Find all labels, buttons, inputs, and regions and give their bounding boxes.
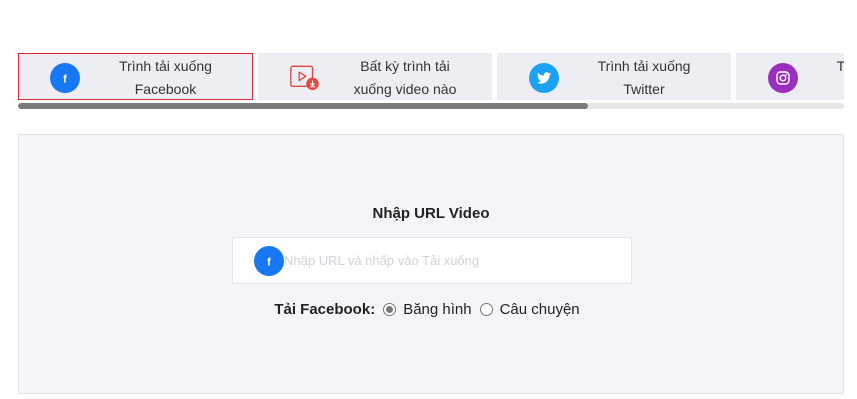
twitter-icon <box>529 63 559 93</box>
tab-any-video-downloader[interactable]: Bất kỳ trình tải xuống video nào <box>258 53 492 100</box>
radio-video[interactable]: Băng hình <box>383 301 472 318</box>
tab-instagram-downloader[interactable]: Trình tải xuống Instagram <box>736 53 844 100</box>
tab-label: Trình tải xuống Instagram <box>836 57 844 74</box>
scrollbar-thumb[interactable] <box>18 103 588 109</box>
radio-label: Câu chuyện <box>499 301 580 318</box>
instagram-icon <box>768 63 798 93</box>
video-download-icon <box>290 63 320 93</box>
radio-button[interactable] <box>383 303 397 316</box>
downloader-tabs: f Trình tải xuống Facebook Bất kỳ trình … <box>18 53 844 110</box>
download-panel: Nhập URL Video f Tải Facebook: Băng hình… <box>18 134 844 394</box>
tab-label: Bất kỳ trình tải xuống video nào <box>353 57 457 97</box>
radio-label: Băng hình <box>403 301 472 318</box>
tab-facebook-downloader[interactable]: f Trình tải xuống Facebook <box>18 53 253 100</box>
radio-story[interactable]: Câu chuyện <box>479 301 580 318</box>
facebook-icon: f <box>254 246 284 276</box>
svg-text:f: f <box>63 74 67 85</box>
url-input-box: f <box>232 237 632 284</box>
tab-label: Trình tải xuống Facebook <box>119 57 212 97</box>
tab-label: Trình tải xuống Twitter <box>597 57 691 97</box>
radio-button[interactable] <box>479 303 493 316</box>
tab-list: f Trình tải xuống Facebook Bất kỳ trình … <box>18 53 844 100</box>
facebook-icon: f <box>50 63 80 93</box>
tab-twitter-downloader[interactable]: Trình tải xuống Twitter <box>497 53 731 100</box>
panel-title: Nhập URL Video <box>372 205 490 222</box>
svg-text:f: f <box>267 257 271 268</box>
tabs-scrollbar[interactable] <box>18 103 844 109</box>
url-input[interactable] <box>284 238 624 283</box>
download-type-options: Tải Facebook: Băng hình Câu chuyện <box>19 301 843 318</box>
download-type-label: Tải Facebook: <box>274 301 376 318</box>
